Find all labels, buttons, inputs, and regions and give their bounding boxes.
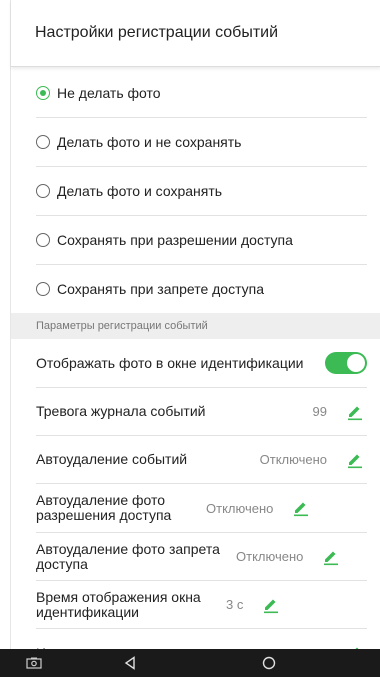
home-icon[interactable] — [257, 649, 281, 677]
setting-label: Автоудаление фото запрета доступа — [36, 540, 220, 572]
setting-label: Время отображения окна идентификации — [36, 588, 201, 620]
radio-label: Делать фото и не сохранять — [57, 134, 242, 150]
setting-label: Отображать фото в окне идентификации — [36, 354, 304, 371]
setting-auto-delete-allowed-photo[interactable]: Автоудаление фото разрешения доступа Отк… — [36, 484, 367, 533]
pencil-icon[interactable] — [291, 498, 311, 518]
setting-value: Отключено — [259, 452, 327, 467]
setting-value: 99 — [312, 404, 327, 419]
radio-unchecked-icon[interactable] — [36, 233, 50, 247]
setting-auto-delete-events[interactable]: Автоудаление событий Отключено — [36, 436, 367, 484]
radio-unchecked-icon[interactable] — [36, 184, 50, 198]
radio-option-photo-save[interactable]: Делать фото и сохранять — [36, 167, 367, 216]
radio-label: Сохранять при запрете доступа — [57, 281, 265, 297]
screenshot-icon[interactable] — [22, 649, 46, 677]
setting-show-photo[interactable]: Отображать фото в окне идентификации — [36, 339, 367, 388]
radio-label: Делать фото и сохранять — [57, 183, 223, 199]
setting-label: Автоудаление фото разрешения доступа — [36, 492, 172, 523]
setting-auto-delete-denied-photo[interactable]: Автоудаление фото запрета доступа Отключ… — [36, 533, 367, 581]
pencil-icon[interactable] — [345, 450, 365, 470]
pencil-icon[interactable] — [321, 547, 341, 567]
setting-value: 3 с — [226, 597, 244, 612]
setting-label: Тревога журнала событий — [36, 403, 206, 419]
page-title: Настройки регистрации событий — [11, 0, 380, 67]
radio-option-save-on-allow[interactable]: Сохранять при разрешении доступа — [36, 216, 367, 265]
setting-label: Автоудаление событий — [36, 451, 188, 467]
page-title-text: Настройки регистрации событий — [35, 24, 279, 41]
radio-label: Сохранять при разрешении доступа — [57, 232, 293, 248]
pencil-icon[interactable] — [261, 595, 281, 615]
photo-mode-radio-group: Не делать фото Делать фото и не сохранят… — [11, 69, 380, 313]
section-header-label: Параметры регистрации событий — [36, 320, 208, 332]
setting-alarm[interactable]: Тревога журнала событий 99 — [36, 388, 367, 436]
setting-display-time[interactable]: Время отображения окна идентификации 3 с — [36, 581, 367, 629]
system-navigation-bar — [0, 649, 380, 677]
pencil-icon[interactable] — [345, 402, 365, 422]
radio-unchecked-icon[interactable] — [36, 135, 50, 149]
setting-value: Отключено — [206, 500, 274, 516]
radio-label: Не делать фото — [57, 85, 161, 101]
show-photo-toggle[interactable] — [325, 352, 367, 374]
radio-unchecked-icon[interactable] — [36, 282, 50, 296]
back-icon[interactable] — [118, 649, 142, 677]
settings-screen: Настройки регистрации событий Не делать … — [10, 0, 380, 677]
section-header: Параметры регистрации событий — [11, 313, 380, 339]
radio-option-no-photo[interactable]: Не делать фото — [36, 69, 367, 118]
radio-option-photo-no-save[interactable]: Делать фото и не сохранять — [36, 118, 367, 167]
settings-list: Отображать фото в окне идентификации Тре… — [11, 339, 380, 677]
setting-value: Отключено — [236, 549, 304, 564]
radio-checked-icon[interactable] — [36, 86, 50, 100]
radio-option-save-on-deny[interactable]: Сохранять при запрете доступа — [36, 265, 367, 313]
